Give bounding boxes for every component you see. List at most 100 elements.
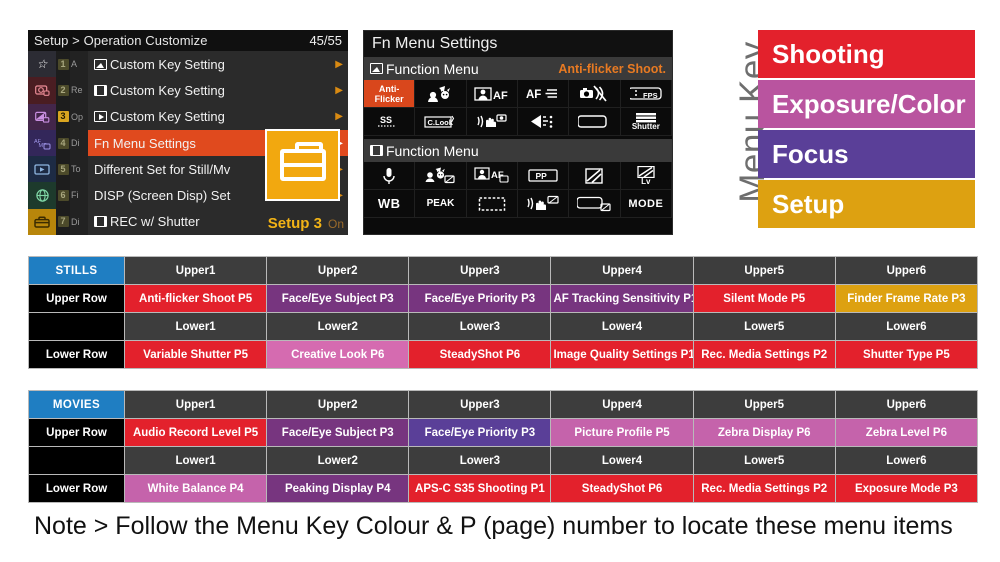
fn-cell-zebra-display[interactable] [569, 162, 621, 190]
stills-lower-cell-3: SteadyShot P6 [408, 340, 552, 369]
column-header: Upper5 [692, 390, 836, 419]
fn-cell-steadyshot-movie[interactable] [517, 190, 570, 218]
setup-toolbox-icon[interactable] [28, 208, 56, 235]
menu-key-block-shooting: Shooting [758, 30, 975, 78]
table-row-header-upper: STILLS Upper1 Upper2 Upper3 Upper4 Upper… [28, 256, 979, 285]
stills-upper-cell-6: Finder Frame Rate P3 [834, 284, 979, 313]
fn-cell-face-eye-priority-af-movie[interactable]: AF [466, 162, 518, 190]
tab-number[interactable]: 4 [56, 130, 70, 156]
fn-cell-face-eye-priority-af[interactable]: AF [466, 80, 518, 108]
row-label-lower: Lower Row [28, 340, 125, 369]
exposure-color-icon[interactable] [28, 103, 56, 130]
menu-item-custom-key-setting-still[interactable]: Custom Key Setting ▶ [88, 51, 348, 77]
af-mf-focus-icon[interactable]: AF MF [28, 129, 56, 157]
fn-cell-image-quality-settings[interactable] [517, 108, 570, 136]
column-header: Lower5 [692, 312, 836, 341]
movies-lower-cell-4: SteadyShot P6 [550, 474, 694, 503]
tab-number[interactable]: 7 [56, 209, 70, 235]
tab-label: Op [71, 111, 84, 122]
fn-cell-rec-media-settings-movie[interactable] [569, 190, 621, 218]
tab-number[interactable]: 2 [56, 77, 70, 103]
fn-cell-exposure-mode[interactable]: MODE [620, 190, 672, 218]
column-header: Lower1 [123, 446, 268, 475]
fn-movie-upper-row: AF PP Lv [364, 162, 672, 190]
tab-label: Re [71, 85, 83, 96]
camera-shooting-icon[interactable] [28, 77, 56, 104]
column-header: Upper2 [266, 256, 410, 285]
fn-cell-zebra-level[interactable]: Lv [620, 162, 672, 190]
fn-cell-label: WB [377, 196, 401, 211]
fn-cell-af-tracking-sensitivity[interactable]: AF [517, 80, 570, 108]
table-row-header-upper: MOVIES Upper1 Upper2 Upper3 Upper4 Upper… [28, 390, 979, 419]
fn-cell-anti-flicker[interactable]: Anti- Flicker [364, 80, 416, 108]
stills-upper-cell-3: Face/Eye Priority P3 [408, 284, 552, 313]
movies-upper-cell-4: Picture Profile P5 [550, 418, 694, 447]
fn-movie-section-header: Function Menu [364, 139, 672, 162]
fn-cell-peaking-display[interactable]: PEAK [415, 190, 467, 218]
svg-text:FPS: FPS [643, 91, 658, 100]
menu-item-custom-key-setting-playback[interactable]: Custom Key Setting ▶ [88, 104, 348, 130]
fn-cell-picture-profile[interactable]: PP [517, 162, 570, 190]
tab-label: To [71, 164, 81, 175]
fn-cell-face-eye-subject[interactable] [415, 80, 467, 108]
fn-cell-rec-media-settings[interactable] [569, 108, 621, 136]
fn-cell-white-balance[interactable]: WB [364, 190, 416, 218]
fn-cell-aps-c-s35-shooting[interactable] [466, 190, 518, 218]
fn-movie-section-label: Function Menu [386, 142, 479, 159]
tab-label: A [71, 59, 78, 69]
column-header: Lower2 [266, 446, 410, 475]
camera-menu-tab-numbers: 1 2 3 4 5 6 7 [56, 51, 70, 235]
stills-lower-cell-1: Variable Shutter P5 [123, 340, 268, 369]
stills-lower-cell-5: Rec. Media Settings P2 [692, 340, 836, 369]
fn-cell-label: PEAK [426, 197, 455, 209]
menu-key-label: Focus [772, 138, 849, 169]
table-row-upper-values: Upper Row Anti-flicker Shoot P5 Face/Eye… [28, 284, 979, 313]
still-image-icon [370, 63, 383, 74]
fn-still-lower-row: SS C.Look Shutter [364, 108, 672, 136]
menu-item-custom-key-setting-movie[interactable]: Custom Key Setting ▶ [88, 77, 348, 103]
fn-cell-creative-look[interactable]: C.Look [415, 108, 467, 136]
page-counter: 45/55 [309, 33, 342, 48]
column-header: Lower5 [692, 446, 836, 475]
tab-label: Di [71, 216, 80, 227]
fn-cell-label: Lv [641, 176, 651, 186]
fn-cell-steadyshot[interactable] [466, 108, 518, 136]
row-label-upper: Upper Row [28, 284, 125, 313]
movie-film-icon [370, 145, 383, 156]
table-row-upper-values: Upper Row Audio Record Level P5 Face/Eye… [28, 418, 979, 447]
fn-cell-audio-record-level[interactable] [364, 162, 416, 190]
menu-key-legend: Menu Key Shooting Exposure/Color Focus S… [690, 30, 975, 238]
fn-cell-finder-frame-rate[interactable]: FPS [620, 80, 672, 108]
movies-upper-cell-2: Face/Eye Subject P3 [266, 418, 410, 447]
stills-upper-cell-5: Silent Mode P5 [692, 284, 836, 313]
fn-still-section-header: Function Menu Anti-flicker Shoot. [364, 57, 672, 80]
network-globe-icon[interactable] [28, 182, 56, 209]
column-header: Lower6 [834, 446, 979, 475]
tab-number[interactable]: 3 [56, 104, 70, 130]
fn-movie-lower-row: WB PEAK MODE [364, 190, 672, 218]
toolbox-icon [265, 129, 340, 201]
tab-number[interactable]: 5 [56, 156, 70, 182]
tab-number-label: 7 [57, 216, 69, 228]
movies-upper-cell-1: Audio Record Level P5 [123, 418, 268, 447]
movie-film-icon [94, 84, 107, 96]
column-header: Lower6 [834, 312, 979, 341]
menu-key-label: Setup [772, 188, 845, 219]
fn-cell-shutter-type[interactable]: Shutter [620, 108, 672, 136]
playback-icon[interactable] [28, 156, 56, 183]
footer-setup-label: Setup 3 [267, 215, 322, 232]
fn-cell-variable-shutter[interactable]: SS [364, 108, 416, 136]
fn-cell-silent-mode[interactable] [569, 80, 621, 108]
fn-cell-label: Shutter [631, 122, 660, 131]
star-icon[interactable]: ☆ [28, 51, 56, 78]
tab-number-label: 1 [57, 58, 69, 70]
tab-number[interactable]: 6 [56, 182, 70, 208]
movie-rec-icon [94, 216, 107, 228]
fn-highlight-value: Anti-flicker Shoot. [558, 61, 666, 76]
column-header: Upper4 [550, 256, 694, 285]
fn-cell-face-eye-subject-movie[interactable] [415, 162, 467, 190]
tab-number-label: 6 [57, 190, 69, 202]
stills-lower-cell-6: Shutter Type P5 [834, 340, 979, 369]
tab-number[interactable]: 1 [56, 51, 70, 77]
movies-upper-cell-3: Face/Eye Priority P3 [408, 418, 552, 447]
